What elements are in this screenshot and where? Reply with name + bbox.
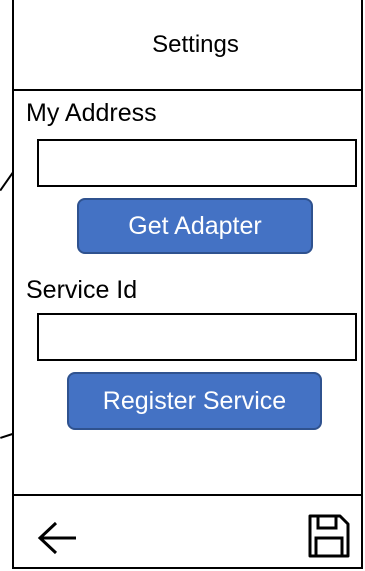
get-adapter-button[interactable]: Get Adapter — [77, 198, 313, 254]
save-button[interactable] — [304, 510, 354, 562]
back-button[interactable] — [34, 516, 82, 560]
service-id-label: Service Id — [26, 276, 138, 304]
my-address-input[interactable] — [37, 139, 357, 187]
page-title: Settings — [152, 30, 239, 58]
floppy-disk-icon — [308, 514, 350, 558]
title-bar: Settings — [14, 0, 361, 91]
service-id-input[interactable] — [37, 313, 357, 361]
register-service-button[interactable]: Register Service — [67, 372, 322, 430]
bottom-bar-divider — [14, 494, 361, 496]
my-address-label: My Address — [26, 99, 157, 127]
arrow-left-icon — [37, 521, 76, 555]
